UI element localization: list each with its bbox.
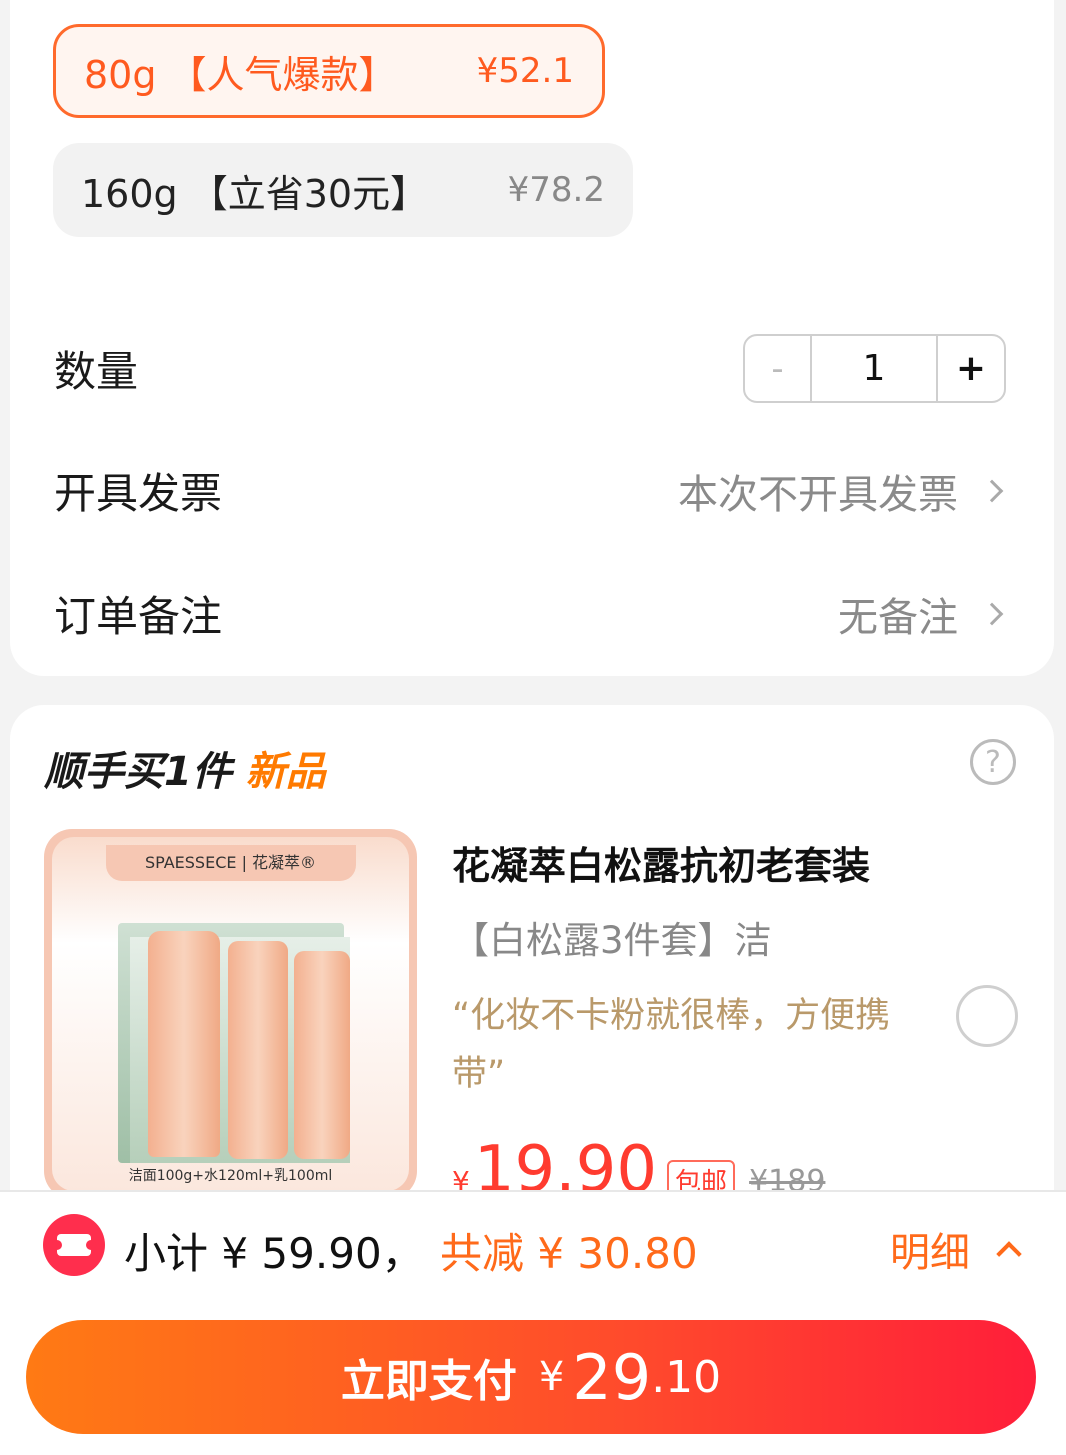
order-note-row[interactable]: 订单备注 无备注 <box>54 583 1006 644</box>
product-image-bg: SPAESSECE | 花凝萃® 洁面100g+水120ml+乳100ml <box>52 837 409 1191</box>
quantity-stepper: - 1 + <box>743 334 1006 403</box>
checkout-bar: 小计 ¥ 59.90， 共减 ¥ 30.80 明细 立即支付 ¥ 29 .10 <box>0 1190 1066 1455</box>
spec-option-80g[interactable]: 80g 【人气爆款】 ¥52.1 <box>53 24 605 118</box>
invoice-value: 本次不开具发票 <box>678 471 958 518</box>
coupon-icon <box>43 1214 105 1276</box>
order-options-card: 80g 【人气爆款】 ¥52.1 160g 【立省30元】 ¥78.2 数量 -… <box>10 0 1054 676</box>
pay-label: 立即支付 <box>340 1356 517 1407</box>
pay-amount-dec: .10 <box>651 1351 722 1403</box>
chevron-right-icon <box>980 479 1004 502</box>
checkout-page: 80g 【人气爆款】 ¥52.1 160g 【立省30元】 ¥78.2 数量 -… <box>0 0 1066 1455</box>
chevron-right-icon <box>980 602 1004 625</box>
product-review: “化妆不卡粉就很棒，方便携带” <box>452 996 891 1094</box>
invoice-row[interactable]: 开具发票 本次不开具发票 <box>54 460 1006 521</box>
brand-logo: SPAESSECE | 花凝萃® <box>105 845 356 881</box>
invoice-label: 开具发票 <box>54 469 223 518</box>
increase-button[interactable]: + <box>938 336 1004 401</box>
spec-label: 160g 【立省30元】 <box>81 171 429 216</box>
spec-price: ¥52.1 <box>476 51 574 91</box>
image-caption: 洁面100g+水120ml+乳100ml <box>128 1168 333 1184</box>
addon-title-highlight: 新品 <box>245 749 326 795</box>
toner-bottle <box>228 941 288 1159</box>
detail-label: 明细 <box>890 1230 970 1276</box>
note-label: 订单备注 <box>54 592 223 641</box>
decrease-button[interactable]: - <box>745 336 812 401</box>
cleanser-tube <box>148 931 220 1157</box>
quantity-row: 数量 - 1 + <box>54 334 1006 403</box>
addon-title: 顺手买1件 新品 <box>44 739 326 797</box>
pay-now-button[interactable]: 立即支付 ¥ 29 .10 <box>26 1320 1036 1434</box>
select-addon-radio[interactable] <box>956 985 1018 1047</box>
product-name[interactable]: 花凝萃白松露抗初老套装 <box>452 835 870 890</box>
help-icon[interactable]: ? <box>970 739 1016 785</box>
addon-card: 顺手买1件 新品 ? SPAESSECE | 花凝萃® 洁面100g+水120m… <box>10 705 1054 1265</box>
chevron-up-icon <box>996 1241 1022 1267</box>
pay-currency: ¥ <box>538 1354 565 1400</box>
spec-option-160g[interactable]: 160g 【立省30元】 ¥78.2 <box>53 143 633 237</box>
quantity-input[interactable]: 1 <box>812 336 938 401</box>
quantity-label: 数量 <box>54 347 139 396</box>
pay-amount-int: 29 <box>572 1340 652 1414</box>
spec-price: ¥78.2 <box>507 170 605 210</box>
note-value: 无备注 <box>838 594 958 641</box>
product-image[interactable]: SPAESSECE | 花凝萃® 洁面100g+水120ml+乳100ml <box>44 829 417 1199</box>
spec-label: 80g 【人气爆款】 <box>84 52 397 97</box>
detail-toggle[interactable]: 明细 <box>890 1220 1022 1278</box>
addon-title-prefix: 顺手买1件 <box>44 749 232 795</box>
subtotal-text: 小计 ¥ 59.90， <box>124 1229 424 1278</box>
product-sku[interactable]: 【白松露3件套】洁 <box>452 910 772 964</box>
lotion-bottle <box>294 951 350 1159</box>
discount-text: 共减 ¥ 30.80 <box>440 1229 698 1278</box>
